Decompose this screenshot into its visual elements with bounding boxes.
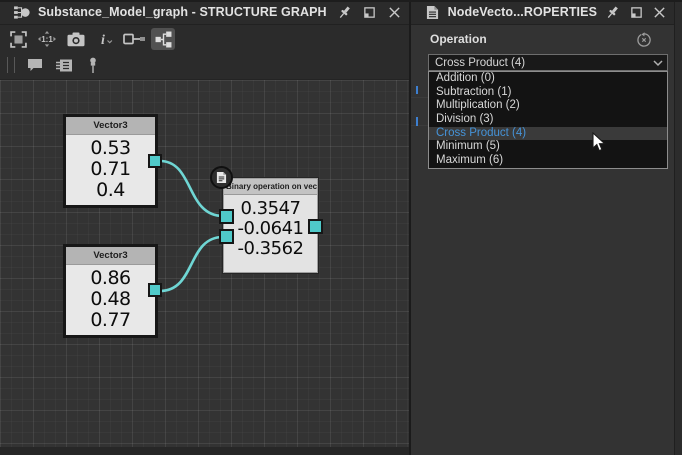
dropdown-option[interactable]: Minimum (5)	[429, 140, 667, 154]
connection-wires	[158, 159, 225, 293]
toolbar-drag-handle[interactable]	[7, 57, 15, 73]
node-vector3-1[interactable]: Vector3 0.53 0.71 0.4	[63, 114, 158, 208]
dropdown-option-selected[interactable]: Cross Product (4)	[429, 126, 667, 141]
link-display-icon[interactable]	[122, 28, 146, 50]
close-icon[interactable]	[385, 3, 403, 21]
operation-label: Operation	[430, 32, 487, 46]
combobox-value: Cross Product (4)	[435, 56, 526, 69]
background-slider-fragment	[416, 117, 418, 126]
svg-text:i: i	[101, 33, 105, 48]
pin-node-icon[interactable]	[81, 54, 105, 76]
value-x: 0.53	[90, 137, 131, 159]
graph-toolbar: 1:1 i	[0, 26, 409, 79]
value-x: 0.3547	[240, 198, 301, 219]
value-y: 0.71	[90, 158, 131, 180]
node-vector3-2[interactable]: Vector3 0.86 0.48 0.77	[63, 244, 158, 338]
reset-to-default-icon[interactable]	[636, 32, 652, 48]
value-z: 0.4	[96, 179, 125, 201]
node-title: Vector3	[66, 117, 155, 135]
chevron-down-icon	[653, 60, 663, 67]
structure-graph-panel: Substance_Model_graph - STRUCTURE GRAPH …	[0, 0, 409, 455]
value-z: 0.77	[90, 309, 131, 331]
structure-graph-titlebar: Substance_Model_graph - STRUCTURE GRAPH	[0, 0, 409, 25]
input-port-b[interactable]	[219, 229, 234, 244]
properties-titlebar: NodeVecto...ROPERTIES	[411, 0, 674, 25]
node-values: 0.53 0.71 0.4	[66, 135, 155, 201]
panel-title: NodeVecto...ROPERTIES	[447, 5, 598, 19]
background-row-divider	[411, 97, 428, 98]
float-panel-icon[interactable]	[360, 3, 378, 21]
operation-combobox[interactable]: Cross Product (4)	[428, 54, 668, 71]
pin-icon[interactable]	[335, 3, 353, 21]
input-port-a[interactable]	[219, 209, 234, 224]
value-z: -0.3562	[237, 238, 304, 259]
comment-icon[interactable]	[23, 54, 47, 76]
value-y: 0.48	[90, 288, 131, 310]
dropdown-option[interactable]: Addition (0)	[429, 72, 667, 86]
node-binary-operation[interactable]: Binary operation on vec... 0.3547 -0.064…	[223, 178, 318, 273]
structure-graph-icon	[13, 3, 31, 21]
output-port-vector1[interactable]	[148, 154, 162, 168]
screenshot-icon[interactable]	[64, 28, 88, 50]
window-right-edge	[674, 0, 682, 455]
node-graph-canvas[interactable]: Vector3 0.53 0.71 0.4 Vector3 0.86 0.48 …	[0, 79, 409, 447]
fit-view-icon[interactable]	[6, 28, 30, 50]
document-icon	[216, 172, 227, 183]
operation-row: Operation	[430, 32, 664, 48]
node-values: 0.86 0.48 0.77	[66, 265, 155, 331]
node-type-badge	[210, 166, 233, 189]
dropdown-option[interactable]: Multiplication (2)	[429, 99, 667, 113]
value-x: 0.86	[90, 267, 131, 289]
zoom-actual-size-icon[interactable]: 1:1	[35, 28, 59, 50]
background-slider-fragment	[416, 86, 418, 94]
mouse-cursor	[592, 132, 607, 153]
node-values: 0.3547 -0.0641 -0.3562	[224, 195, 317, 259]
panel-bottom-edge	[0, 447, 409, 455]
panel-title: Substance_Model_graph - STRUCTURE GRAPH	[38, 5, 327, 19]
pin-icon[interactable]	[604, 3, 621, 21]
output-port-binary[interactable]	[308, 219, 323, 234]
dropdown-option[interactable]: Subtraction (1)	[429, 86, 667, 100]
node-title: Vector3	[66, 247, 155, 265]
dropdown-option[interactable]: Maximum (6)	[429, 154, 667, 168]
float-panel-icon[interactable]	[628, 3, 645, 21]
dropdown-option[interactable]: Division (3)	[429, 113, 667, 127]
operation-dropdown-list: Addition (0) Subtraction (1) Multiplicat…	[428, 71, 668, 169]
output-port-vector2[interactable]	[148, 283, 162, 297]
properties-panel: NodeVecto...ROPERTIES Operation Cross Pr…	[411, 0, 674, 455]
background-row-divider	[411, 125, 428, 126]
window-top-edge	[0, 0, 682, 2]
graph-view-icon[interactable]	[151, 28, 175, 50]
node-display-icon[interactable]	[52, 54, 76, 76]
panel-divider[interactable]	[409, 0, 411, 455]
app-window: Substance_Model_graph - STRUCTURE GRAPH …	[0, 0, 682, 455]
close-icon[interactable]	[651, 3, 668, 21]
value-y: -0.0641	[237, 218, 304, 239]
svg-text:1:1: 1:1	[41, 35, 53, 44]
properties-document-icon	[424, 3, 441, 21]
node-title: Binary operation on vec...	[224, 179, 317, 195]
info-icon[interactable]: i	[93, 28, 117, 50]
